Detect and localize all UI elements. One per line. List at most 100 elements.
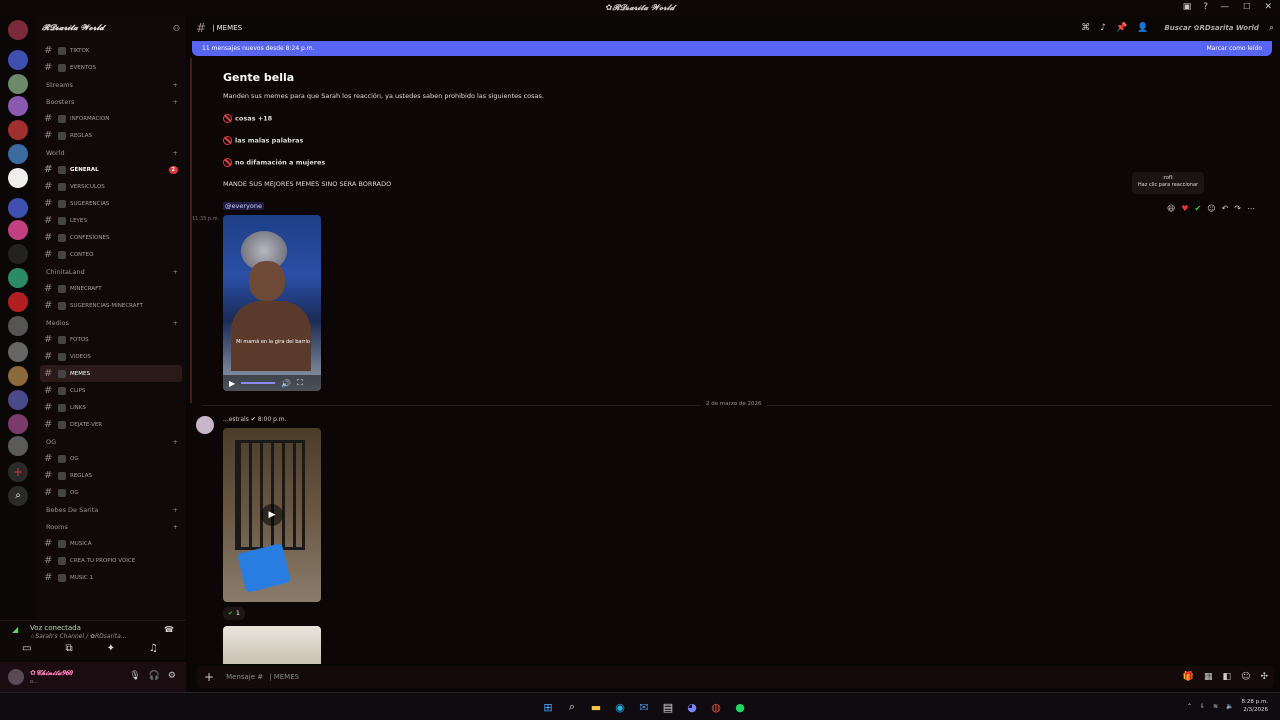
emoji-rofl-icon[interactable]: 😆 — [1167, 204, 1175, 213]
emoji-icon[interactable]: ☺ — [1241, 672, 1250, 682]
edge-icon[interactable]: ◉ — [612, 699, 628, 715]
search-input[interactable]: Buscar ✿RDsarita World — [1164, 24, 1259, 32]
image-attachment[interactable] — [223, 626, 321, 664]
video-attachment[interactable]: ▶ — [223, 428, 321, 602]
soundboard-icon[interactable]: ♫ — [149, 643, 158, 654]
server-icon[interactable] — [8, 168, 28, 188]
server-icon[interactable] — [8, 220, 28, 240]
more-icon[interactable]: ⋯ — [1247, 204, 1255, 213]
channel-item[interactable]: # MEMES — [40, 365, 182, 382]
forward-icon[interactable]: ↷ — [1234, 204, 1241, 213]
channel-category[interactable]: ChinitaLand + — [36, 263, 186, 280]
server-icon[interactable] — [8, 96, 28, 116]
chrome-icon[interactable]: ◍ — [708, 699, 724, 715]
channel-category[interactable]: Boosters + — [36, 93, 186, 110]
mail-icon[interactable]: ✉ — [636, 699, 652, 715]
spotify-icon[interactable]: ● — [732, 699, 748, 715]
mute-icon[interactable]: ♪ — [1100, 23, 1106, 33]
channel-item[interactable]: # TIKTOK — [36, 42, 186, 59]
channel-category[interactable]: OG + — [36, 433, 186, 450]
voice-channel-name[interactable]: ☆Sarah's Channel / ✿RDsarita... — [30, 633, 126, 640]
server-icon[interactable] — [8, 316, 28, 336]
search-icon[interactable]: ⌕ — [1269, 23, 1274, 33]
attach-plus-icon[interactable]: + — [204, 670, 214, 684]
channel-item[interactable]: # MUSICA — [36, 535, 186, 552]
gift-icon[interactable]: 🎁 — [1183, 672, 1194, 682]
server-icon[interactable] — [8, 74, 28, 94]
volume-icon[interactable]: 🔈 — [1226, 703, 1233, 710]
channel-category[interactable]: Rooms + — [36, 518, 186, 535]
mark-as-read-button[interactable]: Marcar como leído — [1207, 45, 1262, 52]
guild-header[interactable]: 𝓡𝓓𝓼𝓪𝓻𝓲𝓽𝓪 𝓦𝓸𝓻𝓵𝓭 ⚇ — [36, 16, 186, 40]
channel-item[interactable]: # MINECRAFT — [36, 280, 186, 297]
threads-icon[interactable]: ⌘ — [1081, 23, 1090, 33]
discord-icon[interactable]: ◕ — [684, 699, 700, 715]
play-icon[interactable]: ▶ — [229, 379, 235, 388]
play-icon[interactable]: ▶ — [261, 504, 283, 526]
channel-item[interactable]: # CLIPS — [36, 382, 186, 399]
server-icon[interactable] — [8, 366, 28, 386]
channel-item[interactable]: # VERSICULOS — [36, 178, 186, 195]
channel-item[interactable]: # DEJATE-VER — [36, 416, 186, 433]
server-icon[interactable] — [8, 390, 28, 410]
server-icon[interactable] — [8, 198, 28, 218]
wifi-icon[interactable]: ≋ — [1213, 703, 1218, 710]
volume-icon[interactable]: 🔊 — [281, 379, 291, 388]
screen-share-icon[interactable]: ⧉ — [65, 643, 72, 654]
gif-icon[interactable]: ▦ — [1204, 672, 1213, 682]
store-icon[interactable]: ▤ — [660, 699, 676, 715]
heart-icon[interactable]: ♥ — [1181, 204, 1188, 213]
activities-icon[interactable]: ✦ — [107, 643, 115, 654]
channel-category[interactable]: Bebes De Sarita + — [36, 501, 186, 518]
username[interactable]: ✿𝓒𝓱𝓲𝓷𝓲𝓽𝓪𝟗𝟔𝟎 — [30, 669, 72, 678]
channel-item[interactable]: # CONTEO — [36, 246, 186, 263]
check-icon[interactable]: ✔ — [1195, 204, 1202, 213]
channel-item[interactable]: # INFORMACION — [36, 110, 186, 127]
reply-icon[interactable]: ↶ — [1222, 204, 1229, 213]
channel-item[interactable]: # OG — [36, 484, 186, 501]
help-icon[interactable]: ? — [1203, 2, 1208, 12]
add-channel-icon[interactable]: + — [173, 523, 178, 531]
video-attachment[interactable]: Mi mamá en la gira del barrio ▶ 🔊 ⛶ — [223, 215, 321, 391]
add-reaction-icon[interactable]: ☺ — [1207, 204, 1215, 213]
clock[interactable]: 8:28 p.m. 2/3/2026 — [1242, 698, 1268, 714]
server-icon-home[interactable] — [8, 20, 28, 40]
server-icon[interactable] — [8, 244, 28, 264]
server-icon[interactable] — [8, 120, 28, 140]
add-member-icon[interactable]: ⚇ — [173, 24, 180, 33]
channel-category[interactable]: Streams + — [36, 76, 186, 93]
channel-item[interactable]: # REGLAS — [36, 467, 186, 484]
maximize-button[interactable]: ☐ — [1243, 2, 1250, 12]
channel-item[interactable]: # REGLAS — [36, 127, 186, 144]
channel-item[interactable]: # FOTOS — [36, 331, 186, 348]
channel-item[interactable]: # VIDEOS — [36, 348, 186, 365]
channel-item[interactable]: # SUGERENCIAS-MINECRAFT — [36, 297, 186, 314]
channel-item[interactable]: # OG — [36, 450, 186, 467]
new-messages-bar[interactable]: 11 mensajes nuevos desde 8:24 p.m. Marca… — [192, 41, 1272, 56]
add-channel-icon[interactable]: + — [173, 319, 178, 327]
settings-gear-icon[interactable]: ⚙ — [168, 671, 176, 681]
add-channel-icon[interactable]: + — [173, 438, 178, 446]
add-channel-icon[interactable]: + — [173, 268, 178, 276]
apps-icon[interactable]: ✣ — [1260, 672, 1268, 682]
channel-category[interactable]: World + — [36, 144, 186, 161]
mention-everyone[interactable]: @everyone — [223, 202, 264, 210]
channel-item[interactable]: # LEYES — [36, 212, 186, 229]
members-icon[interactable]: 👤 — [1137, 23, 1148, 33]
add-channel-icon[interactable]: + — [173, 149, 178, 157]
close-button[interactable]: ✕ — [1264, 2, 1272, 12]
inbox-icon[interactable]: ▣ — [1183, 2, 1192, 12]
add-channel-icon[interactable]: + — [173, 506, 178, 514]
message-composer[interactable]: + Mensaje # | MEMES 🎁 ▦ ◧ ☺ ✣ — [196, 666, 1274, 688]
minimize-button[interactable]: — — [1220, 2, 1229, 12]
channel-item[interactable]: # EVENTOS — [36, 59, 186, 76]
folder-icon[interactable]: ▬ — [588, 699, 604, 715]
channel-item[interactable]: # LINKS — [36, 399, 186, 416]
fullscreen-icon[interactable]: ⛶ — [297, 378, 303, 388]
headphones-icon[interactable]: 🎧 — [149, 671, 160, 681]
author-name[interactable]: ...estrals — [223, 416, 249, 423]
channel-item[interactable]: # SUGERENCIAS — [36, 195, 186, 212]
chevron-up-icon[interactable]: ⌃ — [1187, 703, 1192, 710]
video-off-icon[interactable]: ▭ — [22, 643, 31, 654]
add-channel-icon[interactable]: + — [173, 98, 178, 106]
